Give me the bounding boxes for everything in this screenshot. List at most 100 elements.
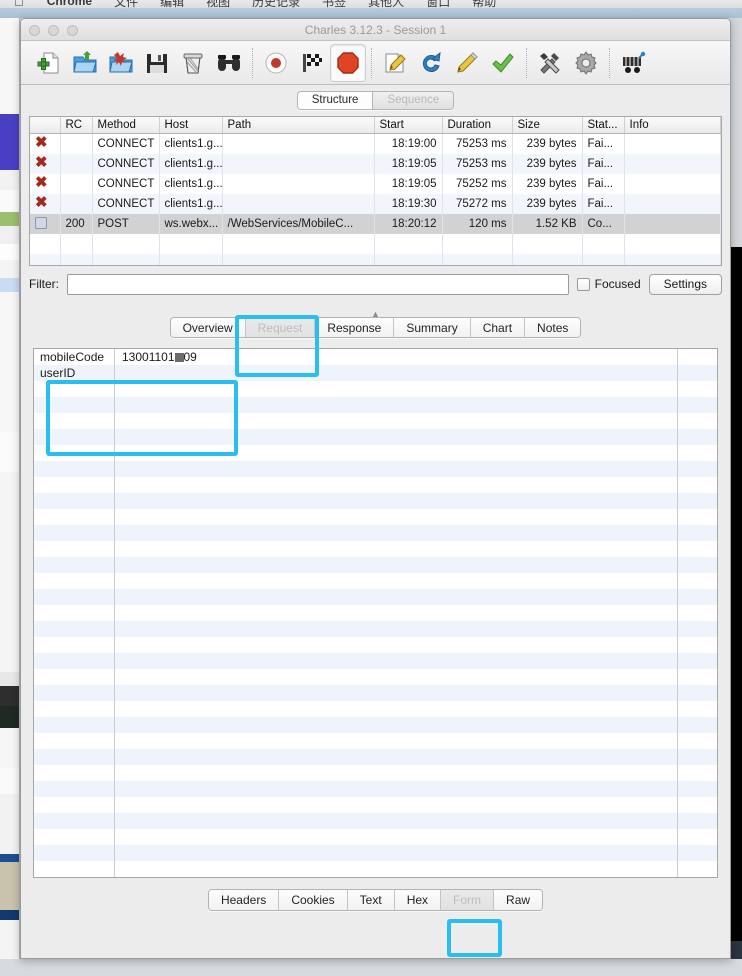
- row-status-icon: ✖: [30, 153, 61, 174]
- filter-input[interactable]: [67, 273, 569, 295]
- col-info[interactable]: Info: [624, 117, 721, 134]
- throttle-icon[interactable]: [294, 44, 330, 82]
- focused-checkbox[interactable]: [576, 277, 590, 291]
- table-row[interactable]: ✖ CONNECT clients1.g... 18:19:05 75253 m…: [30, 153, 721, 174]
- row-info: [624, 193, 721, 214]
- tab-chart[interactable]: Chart: [470, 318, 526, 337]
- row-host: ws.webx...: [159, 213, 223, 234]
- focused-checkbox-group[interactable]: Focused: [576, 277, 641, 291]
- menubar-item-help[interactable]: 帮助: [461, 0, 507, 8]
- tab-overview[interactable]: Overview: [170, 318, 246, 337]
- menubar-item-view[interactable]: 视图: [195, 0, 241, 8]
- table-row[interactable]: ✖ CONNECT clients1.g... 18:19:30 75272 m…: [30, 193, 721, 214]
- row-start: 18:20:12: [374, 213, 443, 234]
- error-icon: ✖: [35, 133, 48, 151]
- open-session-icon[interactable]: [67, 44, 103, 82]
- focused-label: Focused: [594, 277, 641, 291]
- row-duration: 120 ms: [442, 213, 513, 234]
- menubar-item-bookmarks[interactable]: 书签: [311, 0, 357, 8]
- tab-cookies[interactable]: Cookies: [279, 890, 348, 910]
- col-duration[interactable]: Duration: [442, 117, 513, 134]
- settings-button[interactable]: Settings: [648, 273, 722, 295]
- col-size[interactable]: Size: [512, 117, 583, 134]
- col-start[interactable]: Start: [374, 117, 443, 134]
- settings-gear-icon[interactable]: [568, 44, 604, 82]
- detail-tabs-row: Overview Request Response Summary Chart …: [21, 317, 730, 338]
- body-view-tabs-row: Headers Cookies Text Hex Form Raw: [21, 889, 730, 911]
- form-column-divider-1[interactable]: [114, 349, 115, 877]
- row-info: [624, 213, 721, 234]
- new-session-icon[interactable]: [31, 44, 67, 82]
- tab-request[interactable]: Request: [245, 318, 316, 337]
- col-method[interactable]: Method: [92, 117, 160, 134]
- close-session-icon[interactable]: [103, 44, 139, 82]
- breakpoints-icon[interactable]: [330, 43, 366, 82]
- row-duration: 75272 ms: [442, 193, 513, 214]
- filter-bar: Filter: Focused Settings: [29, 273, 722, 295]
- main-toolbar: [21, 41, 730, 85]
- clear-session-icon[interactable]: [175, 44, 211, 82]
- row-rc: 200: [60, 213, 93, 234]
- row-rc: [60, 133, 93, 154]
- row-info: [624, 173, 721, 194]
- panel-splitter[interactable]: ▲: [21, 304, 730, 319]
- filter-label: Filter:: [29, 277, 59, 291]
- compose-icon[interactable]: [377, 44, 413, 82]
- col-icon[interactable]: [30, 117, 61, 134]
- row-status: Fai...: [582, 173, 625, 194]
- row-host: clients1.g...: [159, 133, 223, 154]
- validate-icon[interactable]: [485, 44, 521, 82]
- row-rc: [60, 173, 93, 194]
- row-rc: [60, 153, 93, 174]
- tab-sequence[interactable]: Sequence: [373, 92, 454, 109]
- tools-icon[interactable]: [532, 44, 568, 82]
- row-duration: 75253 ms: [442, 133, 513, 154]
- record-icon[interactable]: [258, 44, 294, 82]
- tab-headers[interactable]: Headers: [208, 890, 280, 910]
- background-window-titlebar: [0, 8, 742, 18]
- dns-spoofing-icon[interactable]: [615, 44, 651, 82]
- row-path: [222, 133, 375, 154]
- menubar-item-edit[interactable]: 编辑: [149, 0, 195, 8]
- tab-response[interactable]: Response: [315, 318, 395, 337]
- repeat-icon[interactable]: [413, 44, 449, 82]
- find-icon[interactable]: [211, 44, 247, 82]
- redacted-character-icon: [174, 353, 184, 362]
- menubar-item-chrome[interactable]: Chrome: [36, 0, 103, 8]
- background-bottom-strip: [0, 959, 742, 976]
- col-path[interactable]: Path: [222, 117, 375, 134]
- row-status: Fai...: [582, 153, 625, 174]
- session-table-panel[interactable]: RC Method Host Path Start Duration Size …: [29, 116, 722, 266]
- row-size: 239 bytes: [512, 133, 583, 154]
- tab-hex[interactable]: Hex: [394, 890, 442, 910]
- request-form-panel[interactable]: mobileCode userID 13001101 09: [33, 348, 718, 878]
- toolbar-separator-4: [609, 47, 610, 78]
- error-icon: ✖: [35, 173, 48, 191]
- tab-notes[interactable]: Notes: [525, 318, 581, 337]
- table-row-selected[interactable]: 200 POST ws.webx... /WebServices/MobileC…: [30, 213, 721, 234]
- menubar-item-file[interactable]: 文件: [103, 0, 149, 8]
- tab-summary[interactable]: Summary: [394, 318, 471, 337]
- row-method: POST: [92, 213, 160, 234]
- menubar-item-history[interactable]: 历史记录: [241, 0, 311, 8]
- col-host[interactable]: Host: [159, 117, 223, 134]
- col-status[interactable]: Stat...: [582, 117, 625, 134]
- row-method: CONNECT: [92, 193, 160, 214]
- menubar-item-people[interactable]: 其他人: [357, 0, 415, 8]
- tab-form[interactable]: Form: [441, 890, 495, 910]
- tab-structure[interactable]: Structure: [297, 92, 374, 109]
- menubar-item-window[interactable]: 窗口: [415, 0, 461, 8]
- edit-icon[interactable]: [449, 44, 485, 82]
- table-row[interactable]: ✖ CONNECT clients1.g... 18:19:05 75252 m…: [30, 173, 721, 194]
- save-session-icon[interactable]: [139, 44, 175, 82]
- menubar-item-apple[interactable]: : [0, 0, 36, 8]
- tab-text[interactable]: Text: [347, 890, 395, 910]
- row-path: [222, 193, 375, 214]
- form-key-mobilecode: mobileCode: [40, 350, 105, 364]
- row-status: Co...: [582, 213, 625, 234]
- form-value-prefix: 13001101: [122, 350, 175, 364]
- col-rc[interactable]: RC: [60, 117, 93, 134]
- table-row[interactable]: ✖ CONNECT clients1.g... 18:19:00 75253 m…: [30, 133, 721, 154]
- form-column-divider-2[interactable]: [677, 349, 678, 877]
- tab-raw[interactable]: Raw: [494, 890, 543, 910]
